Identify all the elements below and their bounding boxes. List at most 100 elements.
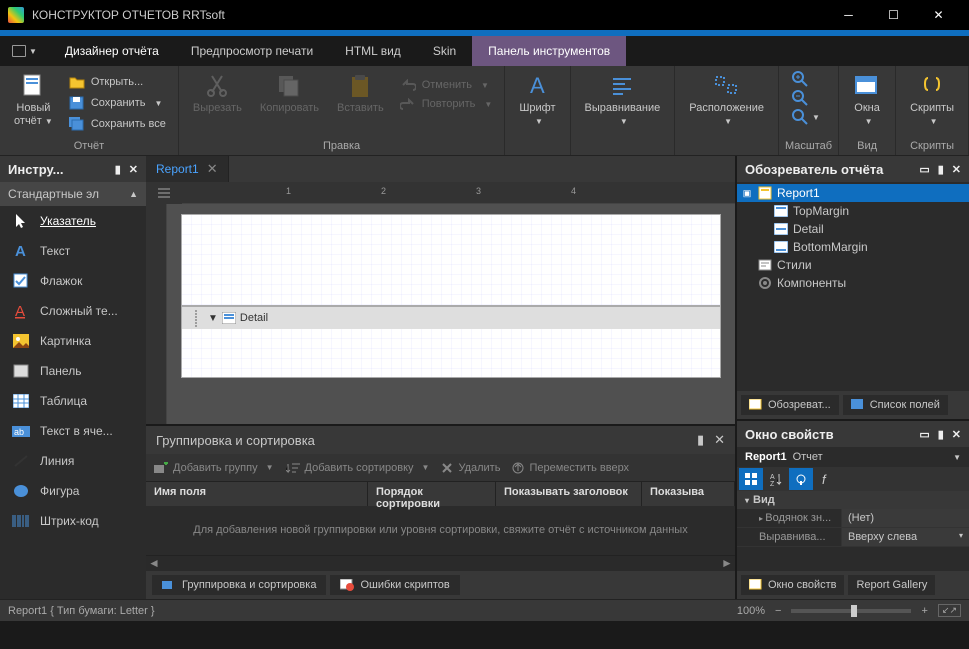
- redo-button[interactable]: Повторить▼: [394, 95, 499, 113]
- tab-group-sort[interactable]: Группировка и сортировка: [152, 575, 326, 595]
- minimize-button[interactable]: ─: [826, 0, 871, 30]
- zoom-slider[interactable]: [791, 609, 911, 613]
- report-tree[interactable]: ▣Report1 TopMargin Detail BottomMargin С…: [737, 182, 969, 391]
- report-page[interactable]: ▼ Detail: [181, 214, 721, 378]
- layout-button[interactable]: Расположение▼: [681, 68, 772, 128]
- tool-text[interactable]: AТекст: [0, 236, 146, 266]
- document-tab[interactable]: Report1 ✕: [146, 156, 229, 182]
- tab-designer[interactable]: Дизайнер отчёта: [49, 36, 175, 66]
- move-up-button[interactable]: Переместить вверх: [512, 462, 629, 474]
- tab-preview[interactable]: Предпросмотр печати: [175, 36, 329, 66]
- svg-text:ab: ab: [14, 427, 24, 437]
- add-sort-button[interactable]: Добавить сортировку▼: [286, 462, 430, 474]
- tool-table[interactable]: Таблица: [0, 386, 146, 416]
- cut-button[interactable]: Вырезать: [185, 68, 250, 115]
- close-icon[interactable]: ✕: [952, 163, 961, 176]
- zoom-in-icon[interactable]: [791, 70, 820, 88]
- tab-toolbar-panel[interactable]: Панель инструментов: [472, 36, 626, 66]
- tree-node-bottommargin[interactable]: BottomMargin: [737, 238, 969, 256]
- toolbox-panel: Инстру... ▮ ✕ Стандартные эл ▲ Указатель…: [0, 156, 146, 599]
- delete-button[interactable]: Удалить: [441, 462, 500, 474]
- horizontal-scrollbar[interactable]: ◄►: [146, 555, 735, 571]
- tab-properties[interactable]: Окно свойств: [741, 575, 844, 595]
- font-button[interactable]: A Шрифт▼: [511, 68, 563, 128]
- open-button[interactable]: Открыть...: [63, 72, 172, 92]
- tree-node-styles[interactable]: Стили: [737, 256, 969, 274]
- property-object-selector[interactable]: Report1 Отчет ▼: [737, 447, 969, 467]
- tool-pointer[interactable]: Указатель: [0, 206, 146, 236]
- tab-explorer[interactable]: Обозреват...: [741, 395, 839, 415]
- properties-button[interactable]: [789, 468, 813, 490]
- close-button[interactable]: ✕: [916, 0, 961, 30]
- zoom-out-button[interactable]: −: [775, 605, 781, 617]
- save-button[interactable]: Сохранить▼: [63, 93, 172, 113]
- close-icon[interactable]: ✕: [952, 428, 961, 441]
- events-button[interactable]: f: [814, 468, 838, 490]
- close-icon[interactable]: ✕: [714, 432, 725, 448]
- prop-watermark[interactable]: Водянок зн... (Нет): [737, 509, 969, 528]
- collapse-icon[interactable]: ▼: [208, 313, 218, 324]
- copy-button[interactable]: Копировать: [252, 68, 327, 115]
- windows-button[interactable]: Окна▼: [845, 68, 889, 128]
- prop-alignment[interactable]: Выравнива... Вверху слева▾: [737, 528, 969, 547]
- add-group-button[interactable]: Добавить группу▼: [154, 462, 274, 474]
- tool-celltext[interactable]: abТекст в яче...: [0, 416, 146, 446]
- horizontal-ruler[interactable]: 1 2 3 4: [182, 182, 735, 204]
- tool-checkbox[interactable]: Флажок: [0, 266, 146, 296]
- save-all-button[interactable]: Сохранить все: [63, 114, 172, 134]
- tab-report-gallery[interactable]: Report Gallery: [848, 575, 935, 595]
- tab-skin[interactable]: Skin: [417, 36, 472, 66]
- alphabetic-button[interactable]: AZ: [764, 468, 788, 490]
- ruler-toggle[interactable]: [146, 182, 182, 204]
- tree-node-components[interactable]: Компоненты: [737, 274, 969, 292]
- maximize-button[interactable]: ☐: [871, 0, 916, 30]
- zoom-in-button[interactable]: +: [921, 605, 927, 617]
- col-show-footer[interactable]: Показыва: [642, 482, 735, 506]
- new-report-button[interactable]: Новый отчёт▼: [6, 68, 61, 128]
- prop-category-view[interactable]: ▾Вид: [737, 491, 969, 509]
- vertical-ruler[interactable]: [146, 204, 167, 424]
- detail-band[interactable]: ▼ Detail: [181, 306, 721, 378]
- pin-icon[interactable]: ▮: [938, 428, 944, 441]
- paste-button[interactable]: Вставить: [329, 68, 392, 115]
- tool-barcode[interactable]: Штрих-код: [0, 506, 146, 536]
- col-order[interactable]: Порядок сортировки: [368, 482, 496, 506]
- tool-picture[interactable]: Картинка: [0, 326, 146, 356]
- close-icon[interactable]: ✕: [129, 163, 138, 176]
- col-field[interactable]: Имя поля: [146, 482, 368, 506]
- tab-script-errors[interactable]: Ошибки скриптов: [330, 575, 459, 595]
- zoom-reset-button[interactable]: ↙↗: [938, 604, 961, 617]
- tree-node-report[interactable]: ▣Report1: [737, 184, 969, 202]
- svg-text:A: A: [530, 73, 545, 98]
- tool-panel[interactable]: Панель: [0, 356, 146, 386]
- toolbox-section-header[interactable]: Стандартные эл ▲: [0, 182, 146, 206]
- tool-shape[interactable]: Фигура: [0, 476, 146, 506]
- scripts-icon: [918, 72, 946, 100]
- drag-handle-icon[interactable]: [188, 310, 204, 327]
- tree-node-detail[interactable]: Detail: [737, 220, 969, 238]
- pin-icon[interactable]: ▮: [938, 163, 944, 176]
- tab-fieldlist[interactable]: Список полей: [843, 395, 948, 415]
- close-tab-icon[interactable]: ✕: [207, 161, 218, 177]
- tree-node-topmargin[interactable]: TopMargin: [737, 202, 969, 220]
- align-button[interactable]: Выравнивание▼: [577, 68, 669, 128]
- window-position-icon[interactable]: ▭: [919, 428, 929, 441]
- topmargin-band[interactable]: [181, 214, 721, 306]
- categorize-button[interactable]: [739, 468, 763, 490]
- pin-icon[interactable]: ▮: [697, 432, 704, 448]
- expand-icon[interactable]: ▣: [741, 188, 753, 199]
- tool-line[interactable]: Линия: [0, 446, 146, 476]
- tool-richtext[interactable]: AСложный те...: [0, 296, 146, 326]
- window-position-icon[interactable]: ▭: [919, 163, 929, 176]
- zoom-fit-icon[interactable]: ▼: [791, 108, 820, 126]
- col-show-header[interactable]: Показывать заголовок: [496, 482, 642, 506]
- tab-html[interactable]: HTML вид: [329, 36, 417, 66]
- report-designer[interactable]: 1 2 3 4: [146, 182, 735, 424]
- undo-button[interactable]: Отменить▼: [394, 76, 499, 94]
- picture-icon: [12, 332, 30, 350]
- design-canvas[interactable]: ▼ Detail: [167, 204, 735, 424]
- pin-icon[interactable]: ▮: [115, 163, 121, 176]
- quick-access[interactable]: ▼: [0, 36, 49, 66]
- scripts-button[interactable]: Скрипты▼: [902, 68, 962, 128]
- zoom-out-icon[interactable]: [791, 89, 820, 107]
